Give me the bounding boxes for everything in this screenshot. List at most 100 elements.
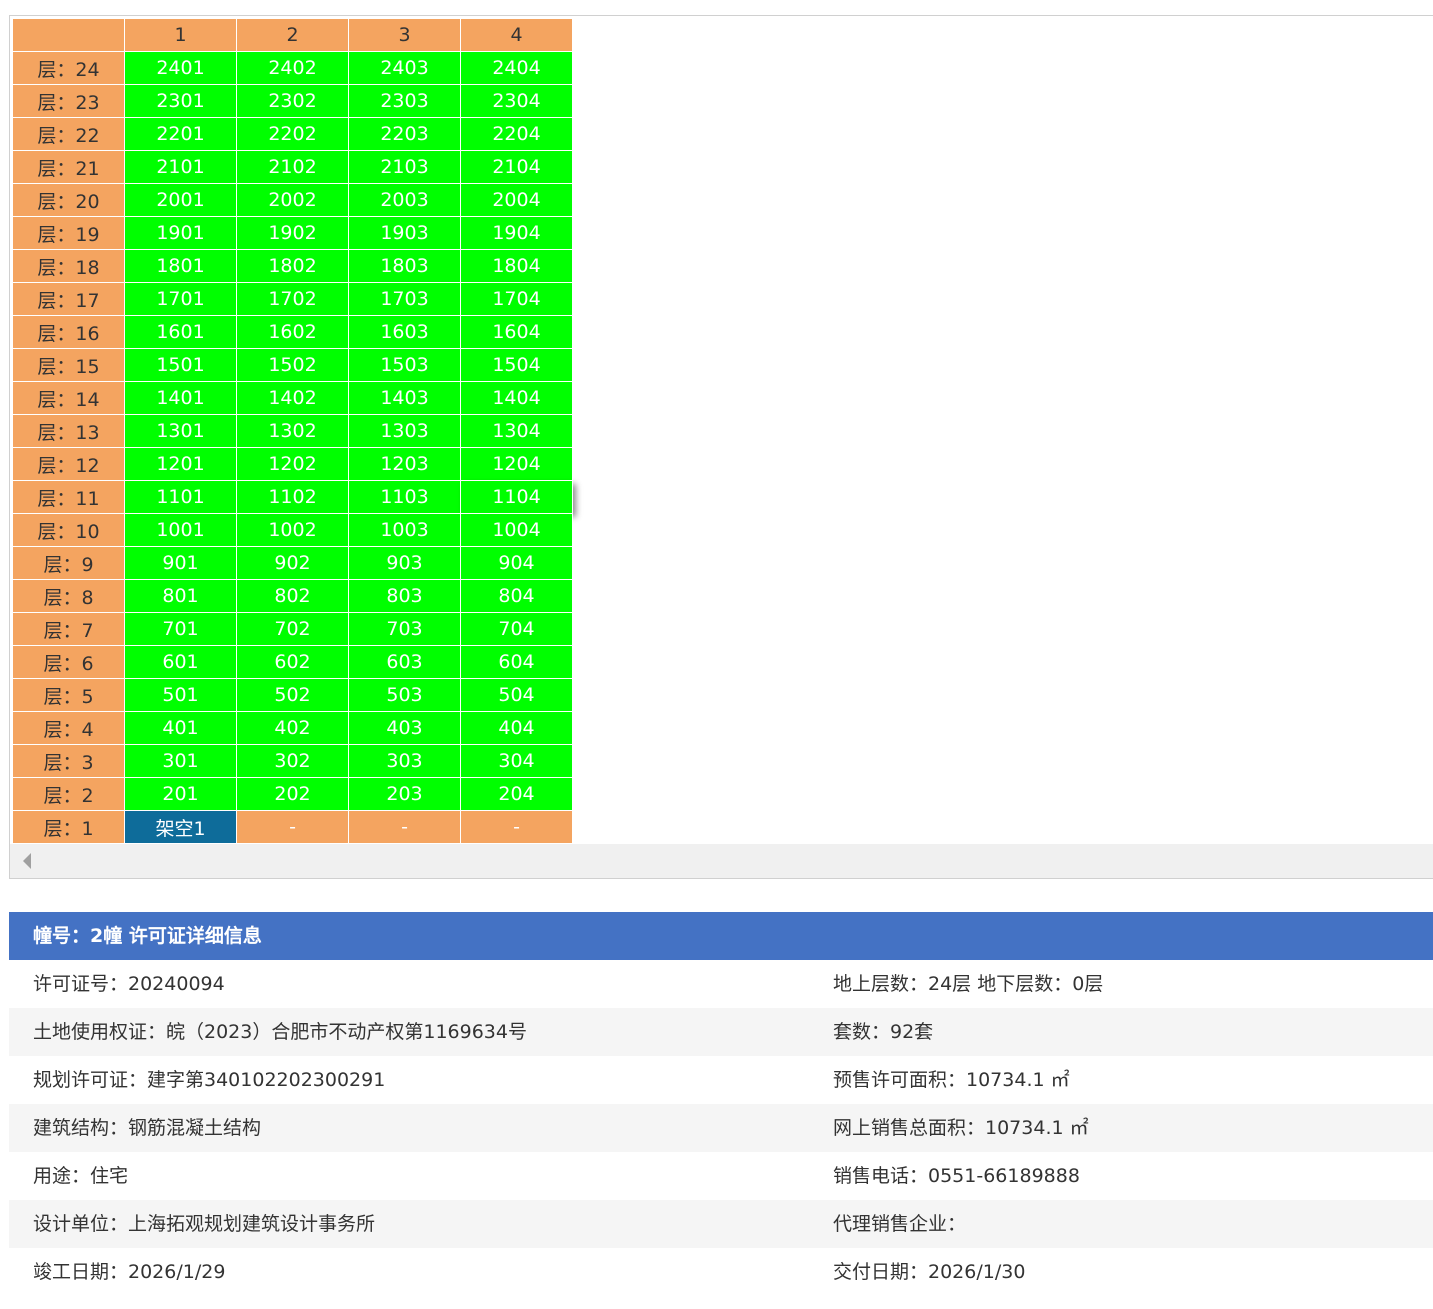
unit-cell-1203[interactable]: 1203 — [348, 447, 461, 481]
unit-cell-1504[interactable]: 1504 — [460, 348, 573, 382]
unit-cell-201[interactable]: 201 — [124, 777, 237, 811]
unit-cell-1001[interactable]: 1001 — [124, 513, 237, 547]
unit-cell-2402[interactable]: 2402 — [236, 51, 349, 85]
unit-cell-1904[interactable]: 1904 — [460, 216, 573, 250]
unit-cell-2103[interactable]: 2103 — [348, 150, 461, 184]
unit-cell-902[interactable]: 902 — [236, 546, 349, 580]
unit-cell-702[interactable]: 702 — [236, 612, 349, 646]
unit-cell-2101[interactable]: 2101 — [124, 150, 237, 184]
unit-cell-203[interactable]: 203 — [348, 777, 461, 811]
unit-cell-1103[interactable]: 1103 — [348, 480, 461, 514]
unit-cell-1004[interactable]: 1004 — [460, 513, 573, 547]
unit-cell-1303[interactable]: 1303 — [348, 414, 461, 448]
unit-cell-501[interactable]: 501 — [124, 678, 237, 712]
unit-cell-2003[interactable]: 2003 — [348, 183, 461, 217]
unit-cell-701[interactable]: 701 — [124, 612, 237, 646]
unit-cell-1304[interactable]: 1304 — [460, 414, 573, 448]
unit-cell-1402[interactable]: 1402 — [236, 381, 349, 415]
unit-cell-2404[interactable]: 2404 — [460, 51, 573, 85]
unit-cell-1803[interactable]: 1803 — [348, 249, 461, 283]
unit-cell-1804[interactable]: 1804 — [460, 249, 573, 283]
unit-cell-904[interactable]: 904 — [460, 546, 573, 580]
unit-cell-2401[interactable]: 2401 — [124, 51, 237, 85]
unit-cell-1403[interactable]: 1403 — [348, 381, 461, 415]
unit-cell-403[interactable]: 403 — [348, 711, 461, 745]
unit-cell-704[interactable]: 704 — [460, 612, 573, 646]
unit-cell-404[interactable]: 404 — [460, 711, 573, 745]
unit-cell-1902[interactable]: 1902 — [236, 216, 349, 250]
unit-cell-1201[interactable]: 1201 — [124, 447, 237, 481]
unit-cell-602[interactable]: 602 — [236, 645, 349, 679]
unit-cell-502[interactable]: 502 — [236, 678, 349, 712]
unit-cell-1801[interactable]: 1801 — [124, 249, 237, 283]
unit-cell-1501[interactable]: 1501 — [124, 348, 237, 382]
unit-cell-1104[interactable]: 1104 — [460, 480, 573, 514]
unit-cell-1703[interactable]: 1703 — [348, 282, 461, 316]
unit-cell-903[interactable]: 903 — [348, 546, 461, 580]
open-space-cell[interactable]: 架空1 — [124, 810, 237, 844]
unit-cell-402[interactable]: 402 — [236, 711, 349, 745]
unit-cell-1702[interactable]: 1702 — [236, 282, 349, 316]
unit-cell-1802[interactable]: 1802 — [236, 249, 349, 283]
unit-cell-1003[interactable]: 1003 — [348, 513, 461, 547]
unit-cell-2301[interactable]: 2301 — [124, 84, 237, 118]
unit-cell-303[interactable]: 303 — [348, 744, 461, 778]
unit-cell-2102[interactable]: 2102 — [236, 150, 349, 184]
unit-cell-2201[interactable]: 2201 — [124, 117, 237, 151]
unit-cell-802[interactable]: 802 — [236, 579, 349, 613]
info-left-value: 建筑结构：钢筋混凝土结构 — [33, 1117, 262, 1139]
unit-cell-2002[interactable]: 2002 — [236, 183, 349, 217]
unit-cell-804[interactable]: 804 — [460, 579, 573, 613]
unit-cell-1502[interactable]: 1502 — [236, 348, 349, 382]
unit-cell-2403[interactable]: 2403 — [348, 51, 461, 85]
unit-cell-503[interactable]: 503 — [348, 678, 461, 712]
unit-cell-1301[interactable]: 1301 — [124, 414, 237, 448]
unit-cell-2004[interactable]: 2004 — [460, 183, 573, 217]
unit-cell-1204[interactable]: 1204 — [460, 447, 573, 481]
unit-cell-801[interactable]: 801 — [124, 579, 237, 613]
unit-cell-2001[interactable]: 2001 — [124, 183, 237, 217]
scroll-left-arrow-icon[interactable] — [23, 853, 31, 869]
unit-cell-302[interactable]: 302 — [236, 744, 349, 778]
unit-cell-1601[interactable]: 1601 — [124, 315, 237, 349]
unit-cell-204[interactable]: 204 — [460, 777, 573, 811]
unit-cell-2304[interactable]: 2304 — [460, 84, 573, 118]
unit-cell-304[interactable]: 304 — [460, 744, 573, 778]
column-header-3: 3 — [348, 18, 461, 52]
unit-cell-603[interactable]: 603 — [348, 645, 461, 679]
unit-cell-2303[interactable]: 2303 — [348, 84, 461, 118]
unit-cell-1603[interactable]: 1603 — [348, 315, 461, 349]
unit-cell-604[interactable]: 604 — [460, 645, 573, 679]
horizontal-scrollbar[interactable] — [10, 844, 1433, 878]
unit-cell-2204[interactable]: 2204 — [460, 117, 573, 151]
unit-cell-1002[interactable]: 1002 — [236, 513, 349, 547]
unit-cell-901[interactable]: 901 — [124, 546, 237, 580]
unit-cell-1401[interactable]: 1401 — [124, 381, 237, 415]
unit-cell-301[interactable]: 301 — [124, 744, 237, 778]
unit-cell-504[interactable]: 504 — [460, 678, 573, 712]
unit-cell-401[interactable]: 401 — [124, 711, 237, 745]
floor-label: 层：19 — [12, 216, 125, 250]
unit-cell-1602[interactable]: 1602 — [236, 315, 349, 349]
unit-cell-1503[interactable]: 1503 — [348, 348, 461, 382]
unit-cell-2202[interactable]: 2202 — [236, 117, 349, 151]
unit-cell-202[interactable]: 202 — [236, 777, 349, 811]
unit-cell-1604[interactable]: 1604 — [460, 315, 573, 349]
unit-cell-601[interactable]: 601 — [124, 645, 237, 679]
unit-cell-2203[interactable]: 2203 — [348, 117, 461, 151]
unit-cell-1903[interactable]: 1903 — [348, 216, 461, 250]
unit-cell-2104[interactable]: 2104 — [460, 150, 573, 184]
unit-cell-1701[interactable]: 1701 — [124, 282, 237, 316]
info-row: 建筑结构：钢筋混凝土结构 网上销售总面积：10734.1 ㎡ — [9, 1104, 1433, 1152]
unit-cell-1101[interactable]: 1101 — [124, 480, 237, 514]
unit-cell-1704[interactable]: 1704 — [460, 282, 573, 316]
floor-row: 层：10 1001 1002 1003 1004 — [12, 513, 573, 547]
unit-cell-1202[interactable]: 1202 — [236, 447, 349, 481]
unit-cell-1102[interactable]: 1102 — [236, 480, 349, 514]
unit-cell-1302[interactable]: 1302 — [236, 414, 349, 448]
unit-cell-1901[interactable]: 1901 — [124, 216, 237, 250]
unit-cell-1404[interactable]: 1404 — [460, 381, 573, 415]
unit-cell-803[interactable]: 803 — [348, 579, 461, 613]
unit-cell-703[interactable]: 703 — [348, 612, 461, 646]
unit-cell-2302[interactable]: 2302 — [236, 84, 349, 118]
